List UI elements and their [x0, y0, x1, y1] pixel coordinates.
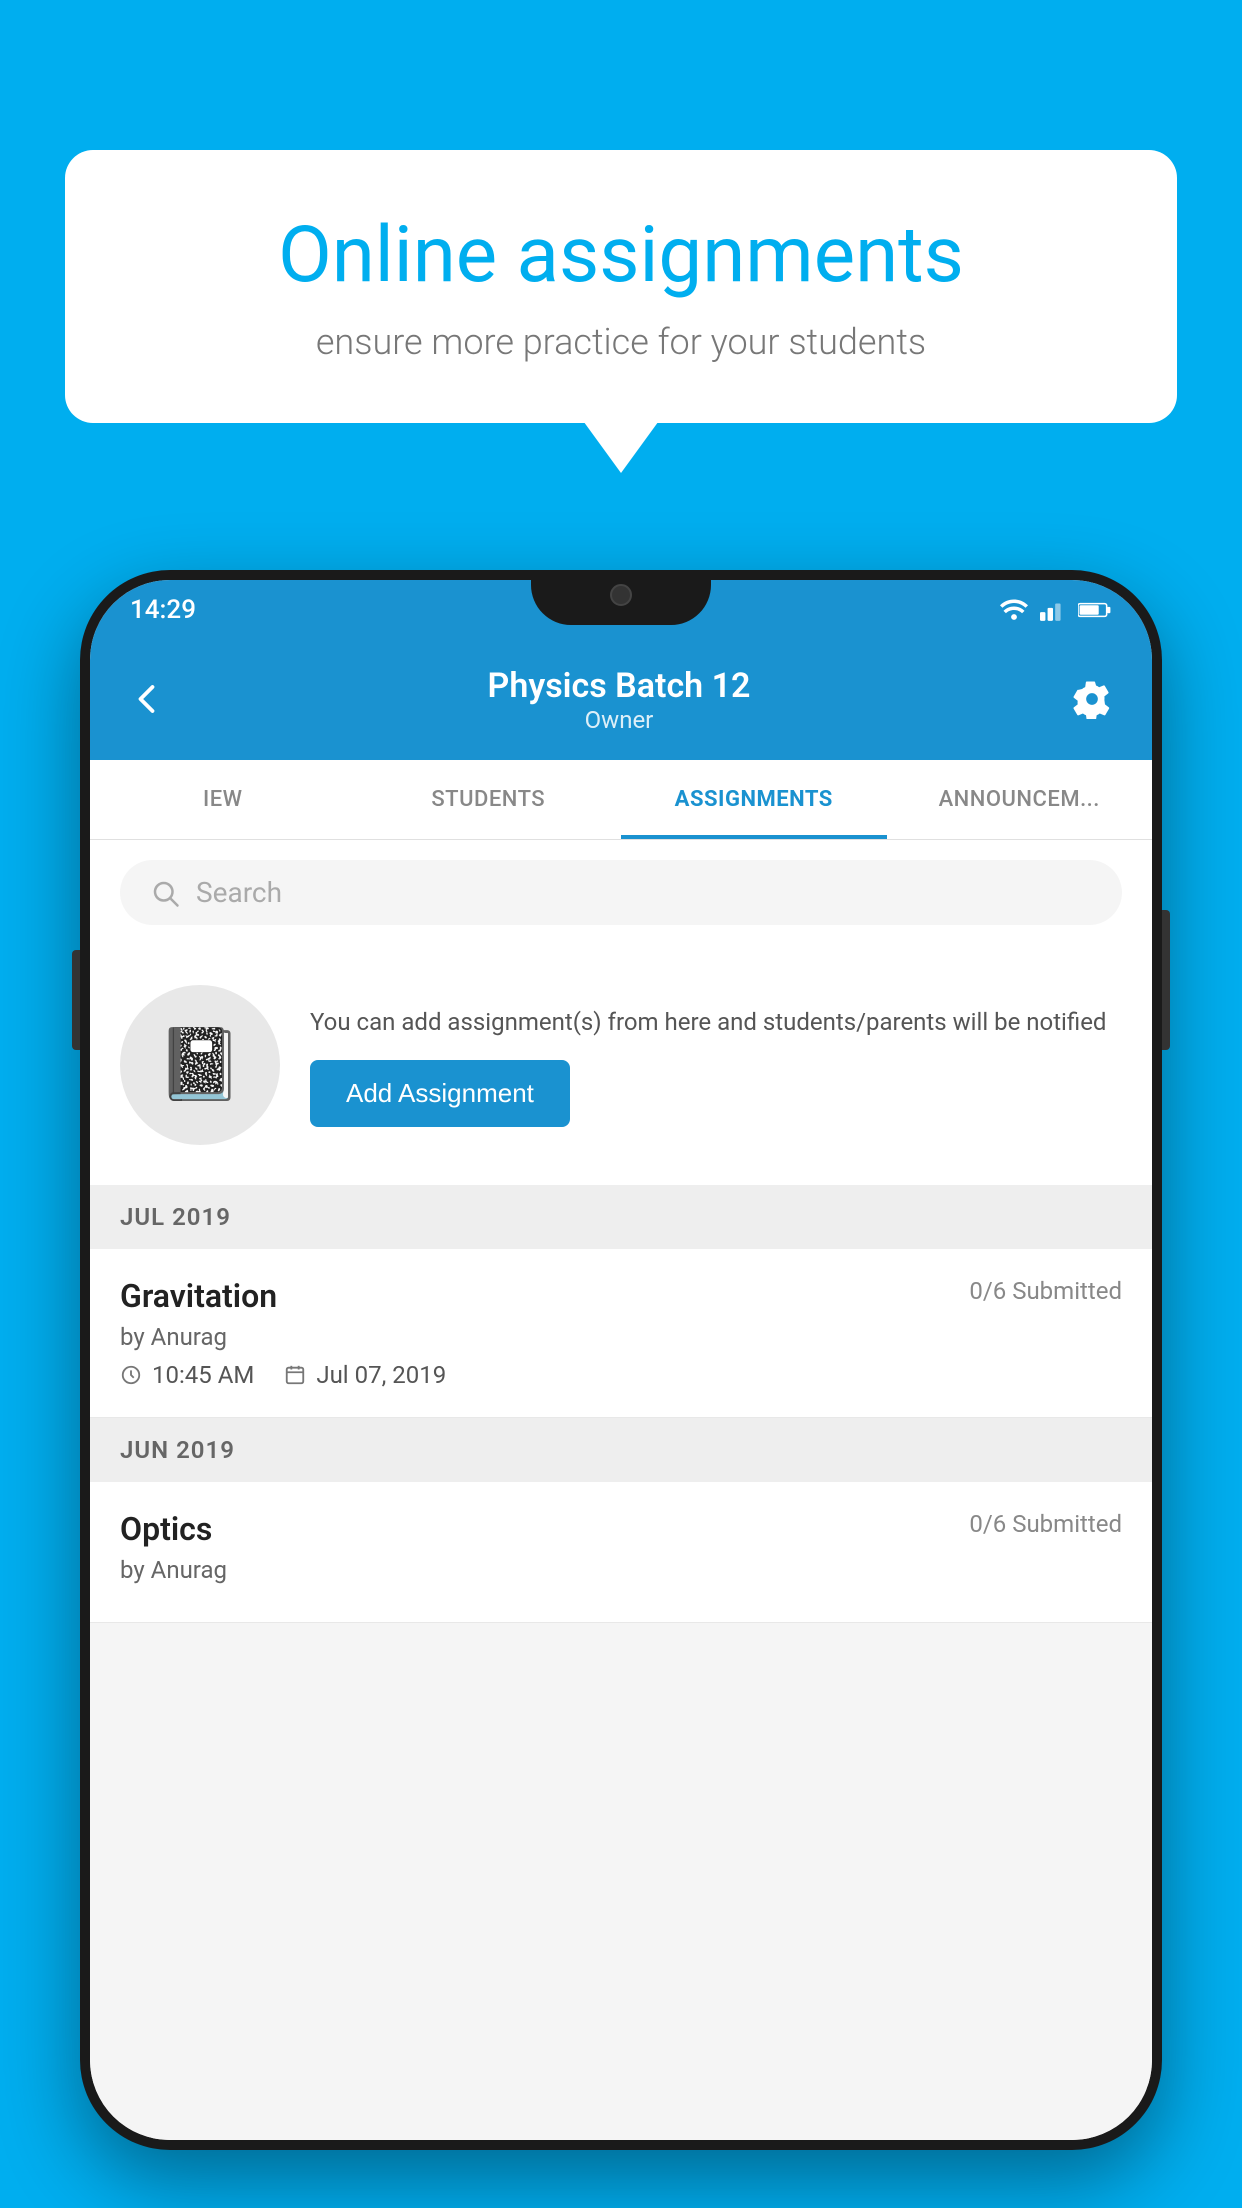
assignment-submitted-optics: 0/6 Submitted [969, 1510, 1122, 1538]
add-assignment-card: 📓 You can add assignment(s) from here an… [90, 945, 1152, 1185]
wifi-icon [1000, 599, 1028, 621]
add-assignment-description: You can add assignment(s) from here and … [310, 1004, 1122, 1040]
battery-icon [1078, 601, 1112, 619]
meta-date: Jul 07, 2019 [284, 1361, 446, 1389]
power-button [1162, 910, 1170, 1050]
phone-notch [531, 570, 711, 625]
notebook-icon: 📓 [156, 1024, 243, 1106]
status-icons [1000, 599, 1112, 621]
assignment-row-top-optics: Optics 0/6 Submitted [120, 1510, 1122, 1548]
header-title-area: Physics Batch 12 Owner [488, 666, 751, 734]
assignment-name-gravitation: Gravitation [120, 1277, 277, 1315]
assignment-by-optics: by Anurag [120, 1556, 1122, 1584]
assignment-time: 10:45 AM [152, 1361, 254, 1389]
signal-icon [1040, 599, 1066, 621]
header-title: Physics Batch 12 [488, 666, 751, 706]
tab-announcements[interactable]: ANNOUNCEM... [887, 760, 1153, 839]
assignment-item-optics[interactable]: Optics 0/6 Submitted by Anurag [90, 1482, 1152, 1623]
phone-container: 14:29 [80, 570, 1162, 2150]
assignment-name-optics: Optics [120, 1510, 212, 1548]
header-subtitle: Owner [488, 706, 751, 734]
assignment-submitted-gravitation: 0/6 Submitted [969, 1277, 1122, 1305]
speech-bubble-area: Online assignments ensure more practice … [65, 150, 1177, 423]
volume-button [72, 950, 80, 1050]
section-jun-2019: JUN 2019 [90, 1418, 1152, 1482]
bubble-title: Online assignments [135, 210, 1107, 301]
tab-assignments[interactable]: ASSIGNMENTS [621, 760, 887, 839]
add-assignment-button[interactable]: Add Assignment [310, 1060, 570, 1127]
speech-bubble: Online assignments ensure more practice … [65, 150, 1177, 423]
back-button[interactable] [130, 681, 166, 720]
search-icon [150, 878, 180, 908]
assignment-icon-circle: 📓 [120, 985, 280, 1145]
assignment-meta-gravitation: 10:45 AM Jul 07, 2019 [120, 1361, 1122, 1389]
tab-bar: IEW STUDENTS ASSIGNMENTS ANNOUNCEM... [90, 760, 1152, 840]
bubble-subtitle: ensure more practice for your students [135, 321, 1107, 363]
search-bar[interactable]: Search [120, 860, 1122, 925]
tab-iew[interactable]: IEW [90, 760, 356, 839]
search-bar-wrapper: Search [90, 840, 1152, 945]
assignment-row-top: Gravitation 0/6 Submitted [120, 1277, 1122, 1315]
scrollable-content: Search 📓 You can add assignment(s) from … [90, 840, 1152, 2140]
app-header: Physics Batch 12 Owner [90, 640, 1152, 760]
clock-icon [120, 1364, 142, 1386]
search-placeholder: Search [196, 876, 282, 909]
assignment-date: Jul 07, 2019 [316, 1361, 446, 1389]
status-time: 14:29 [130, 595, 196, 625]
settings-button[interactable] [1072, 679, 1112, 722]
add-assignment-info: You can add assignment(s) from here and … [310, 1004, 1122, 1127]
gear-icon [1072, 679, 1112, 719]
assignment-item-gravitation[interactable]: Gravitation 0/6 Submitted by Anurag [90, 1249, 1152, 1418]
front-camera [610, 584, 632, 606]
phone-screen: 14:29 [90, 580, 1152, 2140]
phone-body: 14:29 [80, 570, 1162, 2150]
assignment-by-gravitation: by Anurag [120, 1323, 1122, 1351]
tab-students[interactable]: STUDENTS [356, 760, 622, 839]
calendar-icon [284, 1364, 306, 1386]
section-jul-2019: JUL 2019 [90, 1185, 1152, 1249]
meta-time: 10:45 AM [120, 1361, 254, 1389]
back-arrow-icon [130, 681, 166, 717]
